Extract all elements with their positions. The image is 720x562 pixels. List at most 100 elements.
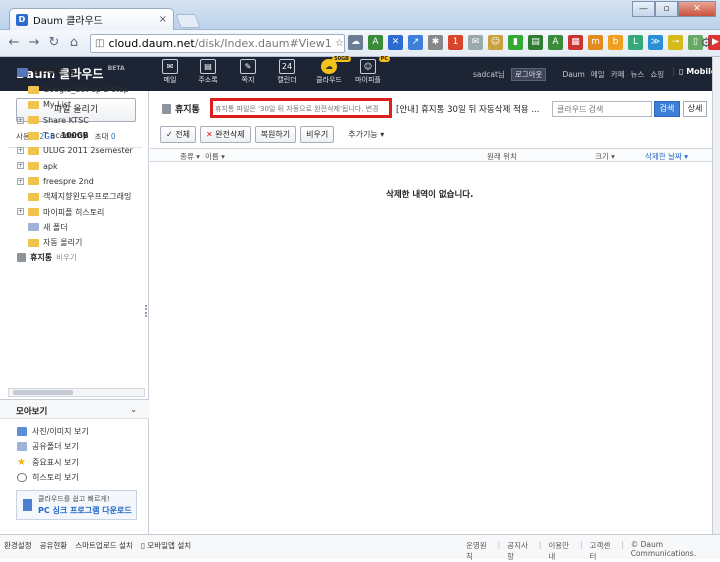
trash-icon <box>162 103 171 114</box>
extension-cloud-icon[interactable]: ☁ <box>348 35 363 50</box>
empty-trash-button[interactable]: 비우기 <box>300 126 335 143</box>
nav-cloud[interactable]: ☁ 50GB 클라우드 <box>313 56 351 85</box>
folder-item[interactable]: + Share KTSC <box>17 113 147 128</box>
folder-item[interactable]: Google_Set up 2-step <box>17 82 147 97</box>
nav-calendar[interactable]: 24 캘린더 <box>271 59 303 85</box>
folder-item[interactable]: 객체지향윈도우프로그래밍 <box>17 189 147 204</box>
chevron-down-icon[interactable]: ⌄ <box>130 405 137 414</box>
column-name[interactable]: 이름 ▾ <box>205 151 225 162</box>
expand-plus-icon[interactable]: + <box>17 162 24 170</box>
url-text[interactable]: cloud.daum.net/disk/Index.daum#View1 <box>108 37 331 50</box>
folder-icon <box>28 192 39 201</box>
browser-tab[interactable]: D Daum 클라우드 × <box>9 8 174 30</box>
collection-starred[interactable]: ★ 중요표시 보기 <box>17 455 89 470</box>
extension-l-icon[interactable]: L <box>628 35 643 50</box>
more-functions-dropdown[interactable]: 추가기능 ▾ <box>348 126 384 143</box>
collection-shared[interactable]: 공유폴더 보기 <box>17 439 89 454</box>
folder-item[interactable]: 자동 올리기 <box>17 235 147 250</box>
expand-plus-icon[interactable]: + <box>17 147 24 155</box>
collection-photos[interactable]: 사진/이미지 보기 <box>17 424 89 439</box>
folder-item[interactable]: T academy <box>17 128 147 143</box>
mobile-icon: ▯ <box>679 67 684 76</box>
footer-smart-upload[interactable]: 스마트업로드 설치 <box>75 540 133 551</box>
auto-delete-notice[interactable]: 휴지통 파일은 '30일 뒤 자동으로 완전삭제'됩니다. 변경 <box>210 98 392 118</box>
link-mail[interactable]: 메일 <box>591 69 605 80</box>
page-scrollbar[interactable] <box>712 57 720 534</box>
extension-x-icon[interactable]: ✕ <box>388 35 403 50</box>
new-tab-button[interactable] <box>175 14 201 28</box>
reload-icon[interactable]: ↻ <box>46 35 62 51</box>
folder-tree: Google_Set up 2-step My List + Share KTSC… <box>17 82 147 266</box>
extension-grid-icon[interactable]: ▦ <box>568 35 583 50</box>
column-type[interactable]: 종류 ▾ <box>180 151 200 162</box>
window-close-button[interactable]: ✕ <box>678 1 716 17</box>
extension-gear-icon[interactable]: ✱ <box>428 35 443 50</box>
home-icon[interactable]: ⌂ <box>66 35 82 51</box>
search-button[interactable]: 검색 <box>654 101 680 117</box>
expand-plus-icon[interactable]: + <box>17 116 24 124</box>
user-name[interactable]: sadcat님 <box>473 69 505 80</box>
expand-plus-icon[interactable]: + <box>17 208 24 216</box>
footer-mobile-app[interactable]: ▯ 모바일앱 설치 <box>141 540 191 551</box>
collection-history[interactable]: 히스토리 보기 <box>17 470 89 485</box>
nav-mypeople[interactable]: ☺ PC 마이피플 <box>352 56 390 85</box>
extension-translate-icon[interactable]: A <box>368 35 383 50</box>
link-shopping[interactable]: 쇼핑 <box>650 69 664 80</box>
nav-notes[interactable]: ✎ 쪽지 <box>232 59 264 85</box>
extension-bar-icon[interactable]: ▤ <box>528 35 543 50</box>
nav-contacts[interactable]: ▤ 주소록 <box>192 59 224 85</box>
folder-item[interactable]: + apk <box>17 158 147 173</box>
select-all-button[interactable]: ✓ 전체 <box>160 126 196 143</box>
restore-button[interactable]: 복원하기 <box>254 126 297 143</box>
cloud-search-input[interactable] <box>552 101 652 117</box>
trash-empty-link[interactable]: 비우기 <box>56 252 77 263</box>
folder-item[interactable]: My List <box>17 97 147 112</box>
folder-item[interactable]: + ULUG 2011 2semester <box>17 143 147 158</box>
nav-mail[interactable]: ✉ 메일 <box>154 59 186 85</box>
extension-b-icon[interactable]: b <box>608 35 623 50</box>
column-deleted-date[interactable]: 삭제한 날짜 ▾ <box>645 151 688 162</box>
scrollbar-thumb[interactable] <box>13 390 73 395</box>
maximize-button[interactable]: ▫ <box>655 1 678 17</box>
bookmark-star-icon[interactable]: ☆ <box>335 38 344 49</box>
announcement-link[interactable]: [안내] 휴지통 30일 뒤 자동삭제 적용 ... <box>396 103 546 115</box>
folder-item[interactable]: 새 폴더 <box>17 220 147 235</box>
extension-a-icon[interactable]: A <box>548 35 563 50</box>
collection-view-header[interactable]: 모아보기 ⌄ <box>0 399 149 419</box>
logout-button[interactable]: 로그아웃 <box>510 68 547 81</box>
extension-stream-icon[interactable]: ≫ <box>648 35 663 50</box>
expand-plus-icon[interactable]: + <box>17 177 24 185</box>
cloud-home-link[interactable]: 클라우드 홈 <box>17 66 75 78</box>
folder-item[interactable]: + freespre 2nd <box>17 174 147 189</box>
back-arrow-icon[interactable]: ← <box>6 35 22 51</box>
permanent-delete-button[interactable]: ✕ 완전삭제 <box>199 126 251 143</box>
address-bar[interactable]: ◫ cloud.daum.net/disk/Index.daum#View1 ☆ <box>90 34 345 53</box>
shared-folder-icon <box>17 442 27 452</box>
extension-plug-icon[interactable]: ⊸ <box>668 35 683 50</box>
footer-settings[interactable]: 환경설정 <box>4 540 32 551</box>
file-table-header: 종류 ▾ 이름 ▾ 원래 위치 크기 ▾ 삭제한 날짜 ▾ <box>150 148 712 162</box>
trash-item[interactable]: 휴지통 비우기 <box>17 250 147 265</box>
extension-badge-icon[interactable]: 1 <box>448 35 463 50</box>
tab-close-icon[interactable]: × <box>159 14 167 25</box>
extension-face-icon[interactable]: ☺ <box>488 35 503 50</box>
footer-share-status[interactable]: 공유현황 <box>40 540 68 551</box>
forward-arrow-icon[interactable]: → <box>26 35 42 51</box>
pc-sync-banner[interactable]: 클라우드를 쉽고 빠르게! PC 싱크 프로그램 다운로드 <box>16 490 137 520</box>
column-size[interactable]: 크기 ▾ <box>595 151 615 162</box>
folder-item[interactable]: + 마이피플 히스토리 <box>17 204 147 219</box>
link-cafe[interactable]: 카페 <box>611 69 625 80</box>
extension-mail-icon[interactable]: ✉ <box>468 35 483 50</box>
collection-view-list: 사진/이미지 보기 공유폴더 보기 ★ 중요표시 보기 히스토리 보기 <box>17 424 89 485</box>
link-news[interactable]: 뉴스 <box>631 69 645 80</box>
wrench-icon[interactable]: ⚙ <box>700 36 712 51</box>
sidebar-resize-handle[interactable] <box>145 305 149 317</box>
minimize-button[interactable]: — <box>632 1 655 17</box>
extension-arrow-icon[interactable]: ↗ <box>408 35 423 50</box>
extension-signal-icon[interactable]: ▮ <box>508 35 523 50</box>
extension-m-icon[interactable]: m <box>588 35 603 50</box>
link-daum[interactable]: Daum <box>562 70 584 79</box>
advanced-search-button[interactable]: 상세 <box>683 101 707 117</box>
sidebar-horizontal-scrollbar[interactable] <box>8 388 145 397</box>
mobile-link[interactable]: ▯ Mobile <box>673 67 716 76</box>
